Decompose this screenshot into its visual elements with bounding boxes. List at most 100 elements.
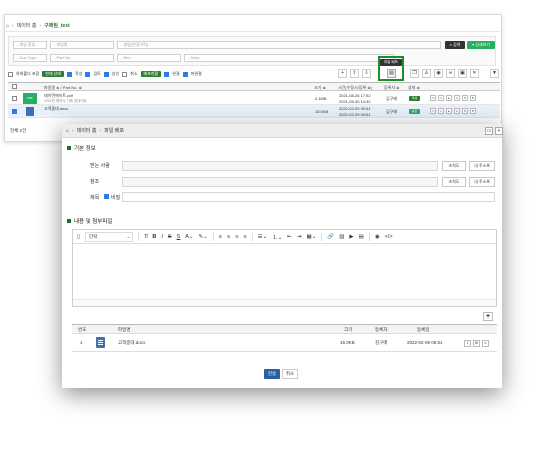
chk-approve[interactable] [103, 71, 109, 77]
download-icon[interactable]: ⇩ [464, 340, 471, 347]
table-icon[interactable]: ▦⌄ [307, 234, 317, 240]
row-checkbox[interactable] [12, 96, 17, 101]
code-icon[interactable]: </> [385, 234, 393, 240]
align-justify-icon[interactable]: ≡ [243, 234, 246, 240]
breadcrumb-home[interactable]: 데이터 홈 [17, 22, 37, 29]
file-type-select[interactable]: - 파일 종류 - [13, 41, 47, 49]
send-button[interactable]: 전송 [264, 369, 280, 379]
user-icon[interactable]: ♙ [422, 69, 431, 78]
home-icon[interactable]: ⌂ [6, 23, 9, 29]
italic-icon[interactable]: I [161, 234, 163, 240]
to-org-button[interactable]: 조직도 [442, 161, 466, 171]
chk-incomplete[interactable] [182, 71, 188, 77]
align-left-icon[interactable]: ≡ [219, 234, 222, 240]
col-name[interactable]: 파일명 ≑ / Part No. ≑ [44, 85, 82, 91]
play-icon[interactable]: ▸ [446, 108, 452, 114]
link-icon[interactable]: ∞ [454, 108, 460, 114]
copy-icon[interactable]: ❐ [410, 69, 419, 78]
col-user[interactable]: 등록자 ≑ [384, 85, 400, 91]
image-icon[interactable]: ▨ [339, 234, 344, 240]
description-input[interactable]: - 설명(변경이력) - [117, 41, 441, 49]
folder-icon[interactable]: ▭ [430, 95, 436, 101]
table-row[interactable]: 고객중대.docx 15.0KB 2022-02-09 09:51 2022-0… [8, 105, 500, 118]
cc-org-button[interactable]: 조직도 [442, 177, 466, 187]
chk-review[interactable] [85, 71, 91, 77]
clear-format-icon[interactable]: T̸ [144, 234, 147, 240]
delete-icon[interactable]: ✕ [470, 69, 479, 78]
indent-icon[interactable]: ⇥ [297, 234, 302, 240]
table-row[interactable]: 1 고객중대.docx 15.0KB 김구매 2022-02-09 09:51 … [72, 334, 497, 352]
link-icon[interactable]: ∞ [446, 69, 455, 78]
col-state[interactable]: 상태 ≑ [408, 85, 420, 91]
home-icon[interactable]: ⌂ [66, 128, 69, 134]
cc-field[interactable] [122, 177, 438, 187]
paragraph-select[interactable]: 단락 ⌄ [85, 231, 134, 242]
cancel-button[interactable]: 취소 [282, 369, 298, 379]
chk-complete[interactable] [164, 71, 170, 77]
doc-type-select[interactable]: - Doc.Type - [13, 54, 47, 62]
file-name[interactable]: 고객중대.docx [44, 106, 68, 112]
row-no: 1 [80, 340, 83, 345]
edit-icon[interactable]: ✎ [462, 95, 468, 101]
select-all-checkbox[interactable] [12, 84, 17, 89]
modal-breadcrumb-home[interactable]: 데이터 홈 [77, 127, 97, 134]
add-icon[interactable]: + [338, 69, 347, 78]
download-icon[interactable]: ⇩ [362, 69, 371, 78]
refresh-icon[interactable]: ↻ [470, 95, 476, 101]
numbered-list-icon[interactable]: ⒈⌄ [272, 233, 282, 241]
video-icon[interactable]: ▶ [349, 234, 353, 240]
detail-button[interactable]: ▾ 상세보기 [467, 41, 495, 49]
deploy-icon[interactable]: ▤ [387, 69, 396, 78]
link-icon[interactable]: ∞ [482, 340, 489, 347]
row-file-name[interactable]: 고객중대.docx [118, 340, 145, 346]
col-time[interactable]: 시간(수정시/등록 ≑) [338, 85, 372, 91]
close-icon[interactable]: + [495, 127, 503, 135]
to-field[interactable] [122, 161, 438, 171]
maximize-icon[interactable]: ▭ [485, 127, 493, 135]
refresh-icon[interactable]: ↻ [470, 108, 476, 114]
settings-icon[interactable]: ⚙ [473, 340, 480, 347]
chk-write[interactable] [67, 71, 73, 77]
download-icon[interactable]: ⇩ [438, 108, 444, 114]
chk-cancel[interactable] [122, 71, 128, 77]
link-icon[interactable]: ∞ [454, 95, 460, 101]
cc-address-button[interactable]: 내 주소록 [469, 177, 495, 187]
lock-icon[interactable]: ▣ [458, 69, 467, 78]
table-row[interactable]: PDF 테이먼에이트.pdf 2022년 협력사 기획 업데이트 2.1MB 2… [8, 92, 500, 105]
add-file-button[interactable]: + [483, 312, 493, 321]
rich-text-editor[interactable]: ▯ 단락 ⌄ T̸ B I S S A⌄ ✎⌄ ≡ ≡ ≡ ≡ ☰⌄ ⒈⌄ ⇤ ⇥… [72, 229, 497, 307]
editor-resize-bar[interactable] [73, 299, 496, 306]
download-icon[interactable]: ⇩ [438, 95, 444, 101]
subject-input[interactable] [122, 192, 495, 202]
view-icon[interactable]: ◉ [434, 69, 443, 78]
filter-icon[interactable]: ▼ [490, 69, 499, 78]
secret-checkbox[interactable] [104, 194, 109, 199]
edit-icon[interactable]: ✎ [462, 108, 468, 114]
part-no-input[interactable]: - Part No. - [50, 54, 114, 62]
strikethrough-icon[interactable]: S [168, 234, 172, 240]
file-name-input[interactable]: - 파일명 - [50, 41, 114, 49]
row-checkbox[interactable] [12, 109, 17, 114]
underline-icon[interactable]: S [177, 234, 181, 240]
align-right-icon[interactable]: ≡ [235, 234, 238, 240]
preview-icon[interactable]: ◉ [375, 234, 380, 240]
outdent-icon[interactable]: ⇤ [287, 234, 292, 240]
col-date: 등록일 [417, 327, 430, 332]
rev-input[interactable]: - Rev - [117, 54, 181, 62]
subfolder-checkbox[interactable] [8, 71, 13, 77]
upload-icon[interactable]: ⇧ [350, 69, 359, 78]
search-button[interactable]: ⌕ 검색 [445, 41, 465, 49]
bold-icon[interactable]: B [152, 234, 156, 240]
play-icon[interactable]: ▸ [446, 95, 452, 101]
highlight-icon[interactable]: ✎⌄ [199, 234, 208, 240]
link-icon[interactable]: 🔗 [327, 234, 334, 240]
file-icon[interactable]: ▤ [359, 234, 364, 240]
desc-input[interactable]: - Desc - [184, 54, 394, 62]
align-center-icon[interactable]: ≡ [227, 234, 230, 240]
document-icon[interactable]: ▯ [77, 234, 80, 240]
bullet-list-icon[interactable]: ☰⌄ [258, 234, 268, 240]
col-size[interactable]: 크기 ≑ [314, 85, 326, 91]
to-address-button[interactable]: 내 주소록 [469, 161, 495, 171]
folder-icon[interactable]: ▭ [430, 108, 436, 114]
font-color-icon[interactable]: A⌄ [185, 234, 193, 240]
